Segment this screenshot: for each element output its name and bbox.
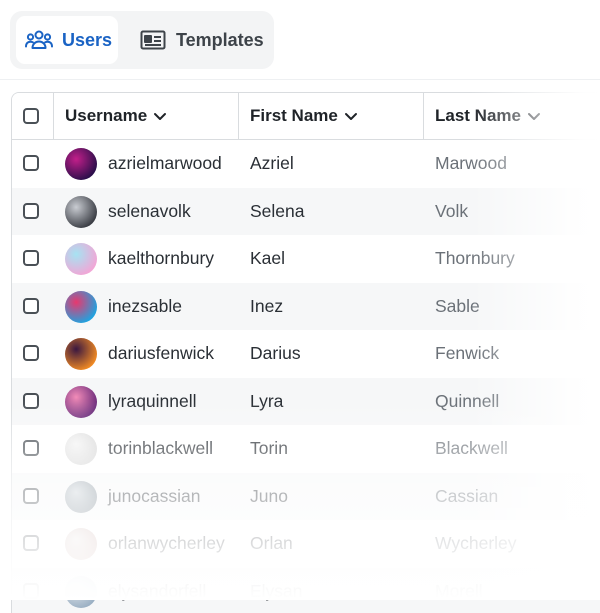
first-name-cell: Torin bbox=[250, 425, 288, 473]
last-name-cell: Sable bbox=[435, 283, 480, 331]
row-checkbox[interactable] bbox=[23, 250, 39, 266]
tab-bar: Users Templates bbox=[10, 11, 274, 69]
first-name-cell: Orlan bbox=[250, 520, 293, 568]
last-name-cell: Volk bbox=[435, 188, 468, 236]
last-name-cell: Fenwick bbox=[435, 330, 499, 378]
row-checkbox[interactable] bbox=[23, 583, 39, 599]
avatar bbox=[65, 243, 97, 275]
avatar bbox=[65, 433, 97, 465]
row-checkbox[interactable] bbox=[23, 203, 39, 219]
first-name-cell: Elysan bbox=[250, 568, 303, 613]
last-name-cell: Wycherley bbox=[435, 520, 517, 568]
first-name-cell: Kael bbox=[250, 235, 285, 283]
tab-templates-label: Templates bbox=[176, 30, 264, 51]
first-name-cell: Inez bbox=[250, 283, 283, 331]
avatar bbox=[65, 528, 97, 560]
column-divider bbox=[423, 93, 424, 139]
last-name-cell: Blackwell bbox=[435, 425, 508, 473]
username-cell: kaelthornbury bbox=[108, 235, 214, 283]
table-row[interactable]: inezsable Inez Sable bbox=[12, 283, 600, 331]
username-cell: azrielmarwood bbox=[108, 140, 222, 188]
chevron-down-icon bbox=[153, 111, 167, 121]
first-name-cell: Juno bbox=[250, 473, 288, 521]
table-row[interactable]: elysandorfell Elysan Morell bbox=[12, 568, 600, 613]
first-name-cell: Azriel bbox=[250, 140, 294, 188]
last-name-cell: Marwood bbox=[435, 140, 507, 188]
select-all-checkbox[interactable] bbox=[23, 108, 39, 124]
column-divider bbox=[238, 93, 239, 139]
column-header-first-name-label: First Name bbox=[250, 106, 338, 126]
users-icon bbox=[24, 28, 54, 52]
divider bbox=[0, 79, 600, 80]
last-name-cell: Morell bbox=[435, 568, 483, 613]
table-row[interactable]: selenavolk Selena Volk bbox=[12, 188, 600, 236]
table-row[interactable]: dariusfenwick Darius Fenwick bbox=[12, 330, 600, 378]
chevron-down-icon bbox=[344, 111, 358, 121]
avatar bbox=[65, 196, 97, 228]
column-header-username[interactable]: Username bbox=[65, 93, 167, 139]
username-cell: selenavolk bbox=[108, 188, 191, 236]
last-name-cell: Cassian bbox=[435, 473, 498, 521]
first-name-cell: Lyra bbox=[250, 378, 283, 426]
username-cell: torinblackwell bbox=[108, 425, 213, 473]
avatar bbox=[65, 338, 97, 370]
username-cell: junocassian bbox=[108, 473, 200, 521]
tab-templates[interactable]: Templates bbox=[128, 16, 268, 64]
table-row[interactable]: orlanwycherley Orlan Wycherley bbox=[12, 520, 600, 568]
avatar bbox=[65, 576, 97, 608]
row-checkbox[interactable] bbox=[23, 535, 39, 551]
table-row[interactable]: azrielmarwood Azriel Marwood bbox=[12, 140, 600, 188]
username-cell: orlanwycherley bbox=[108, 520, 225, 568]
users-table: Username First Name Last Name azrielmarw… bbox=[11, 92, 600, 613]
last-name-cell: Quinnell bbox=[435, 378, 499, 426]
row-checkbox[interactable] bbox=[23, 298, 39, 314]
first-name-cell: Selena bbox=[250, 188, 305, 236]
column-header-last-name-label: Last Name bbox=[435, 106, 521, 126]
row-checkbox[interactable] bbox=[23, 488, 39, 504]
table-row[interactable]: torinblackwell Torin Blackwell bbox=[12, 425, 600, 473]
tab-users[interactable]: Users bbox=[16, 16, 118, 64]
column-header-last-name[interactable]: Last Name bbox=[435, 93, 541, 139]
avatar bbox=[65, 148, 97, 180]
column-header-username-label: Username bbox=[65, 106, 147, 126]
username-cell: elysandorfell bbox=[108, 568, 206, 613]
last-name-cell: Thornbury bbox=[435, 235, 515, 283]
column-divider bbox=[53, 93, 54, 139]
table-row[interactable]: junocassian Juno Cassian bbox=[12, 473, 600, 521]
table-row[interactable]: kaelthornbury Kael Thornbury bbox=[12, 235, 600, 283]
avatar bbox=[65, 386, 97, 418]
tab-users-label: Users bbox=[62, 30, 112, 51]
username-cell: dariusfenwick bbox=[108, 330, 214, 378]
username-cell: lyraquinnell bbox=[108, 378, 197, 426]
table-header: Username First Name Last Name bbox=[12, 93, 600, 140]
avatar bbox=[65, 481, 97, 513]
avatar bbox=[65, 291, 97, 323]
row-checkbox[interactable] bbox=[23, 155, 39, 171]
row-checkbox[interactable] bbox=[23, 345, 39, 361]
chevron-down-icon bbox=[527, 111, 541, 121]
username-cell: inezsable bbox=[108, 283, 182, 331]
first-name-cell: Darius bbox=[250, 330, 301, 378]
column-header-first-name[interactable]: First Name bbox=[250, 93, 358, 139]
row-checkbox[interactable] bbox=[23, 440, 39, 456]
id-card-icon bbox=[138, 28, 168, 52]
row-checkbox[interactable] bbox=[23, 393, 39, 409]
table-row[interactable]: lyraquinnell Lyra Quinnell bbox=[12, 378, 600, 426]
